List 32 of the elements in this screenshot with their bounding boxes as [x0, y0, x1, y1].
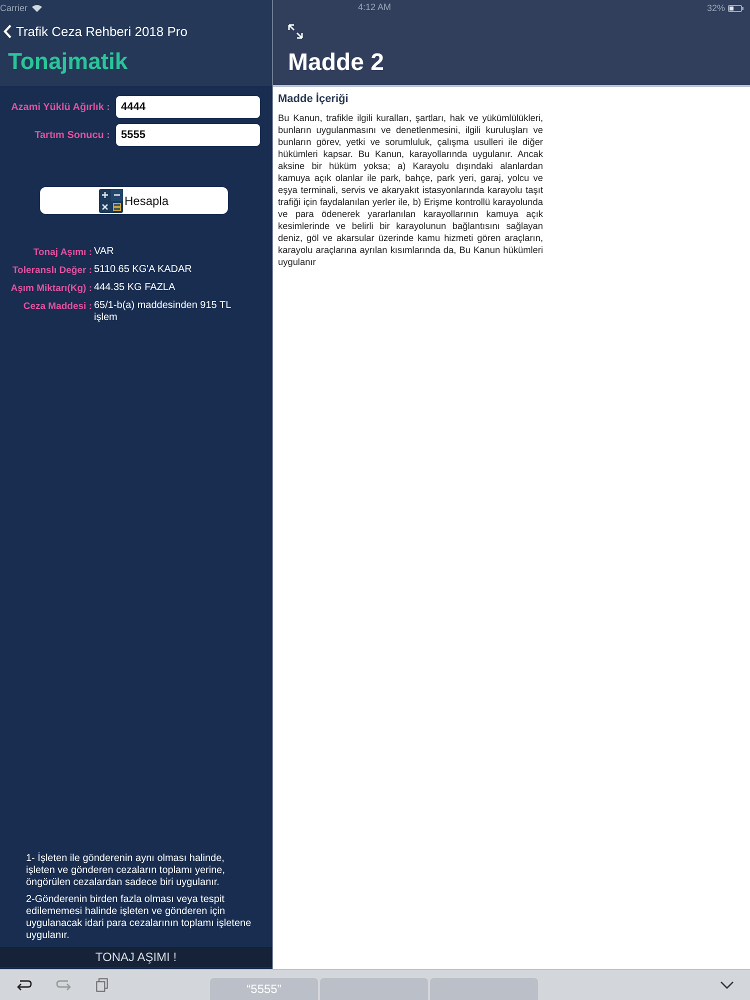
undo-icon[interactable] [16, 978, 32, 992]
result-label: Aşım Miktarı(Kg) : [10, 282, 92, 294]
chevron-left-icon [3, 24, 12, 39]
carrier-label: Carrier [0, 3, 28, 13]
note-text: 1- İşleten ile gönderenin aynı olması halinde, işleten ve gönderen cezaların toplamı yerine, öngörülen cezalardan sadece biri uygulanır. [25, 853, 226, 889]
back-button[interactable]: Trafik Ceza Rehberi 2018 Pro [0, 24, 188, 39]
field-label: Tartım Sonucu : [34, 130, 111, 140]
status-time: 4:12 AM [358, 2, 392, 14]
chevron-down-icon[interactable] [720, 981, 734, 989]
battery-percent: 32% [706, 3, 725, 13]
result-value: 65/1-b(a) maddesinden 915 TL işlem [93, 300, 232, 324]
paste-icon[interactable] [96, 978, 108, 992]
article-title: Madde 2 [288, 49, 386, 77]
calculator-icon [99, 188, 124, 212]
article-text: Bu Kanun, trafikle ilgili kuralları, şartları, hak ve yükümlülükleri, bunların uygulanmasını ve denetlenmesini, ilgili kuruluşları ve bunların görev, yetki ve sorumluluk, çalışma usulleri ile diğer hükümleri kapsar. Bu Kanun, karayollarında uygulanır. Ancak aksine bir hüküm yoksa; a) Karayolu dışındaki alanlardan kamuya açık olanlar ile park, bahçe, park yeri, garaj, yolcu ve eşya terminali, servis ve akaryakıt istasyonlarında karayolu taşıt trafiği için faydalanılan yerler ile, b) Erişme kontrollü karayolunda ve para ödenerek yararlanılan karayollarının kamuya açık kesimlerinde ve belirli bir karayolunun bağlantısını sağlayan deniz, göl ve akarsular üzerinde kamu hizmeti gören araçların, karayolu araçlarına ayrılan kısımlarında da, Bu Kanun hükümleri uygulanır [278, 112, 543, 268]
wifi-icon [32, 4, 42, 12]
result-label: Toleranslı Değer : [11, 264, 92, 276]
field-label: Azami Yüklü Ağırlık : [10, 102, 111, 112]
result-label: Tonaj Aşımı : [32, 246, 92, 258]
input-field[interactable]: 4444 [116, 96, 260, 118]
note-text: 2-Gönderenin birden fazla olması veya tespit edilememesi halinde işleten ve gönderen için uygulanacak idari para cezalarının toplamı işletene uygulanır. [25, 894, 252, 942]
page-title: Tonajmatik [8, 48, 129, 75]
section-heading: Madde İçeriği [278, 93, 350, 105]
battery-icon [728, 4, 744, 12]
result-value: VAR [93, 246, 115, 258]
input-field[interactable]: 5555 [116, 124, 260, 146]
toast-message: TONAJ AŞIMI ! [0, 947, 272, 967]
result-label: Ceza Maddesi : [22, 300, 92, 312]
expand-icon[interactable] [288, 24, 303, 39]
result-value: 5110.65 KG'A KADAR [93, 264, 193, 276]
result-value: 444.35 KG FAZLA [93, 282, 176, 294]
calculate-button[interactable]: Hesapla [40, 187, 228, 214]
